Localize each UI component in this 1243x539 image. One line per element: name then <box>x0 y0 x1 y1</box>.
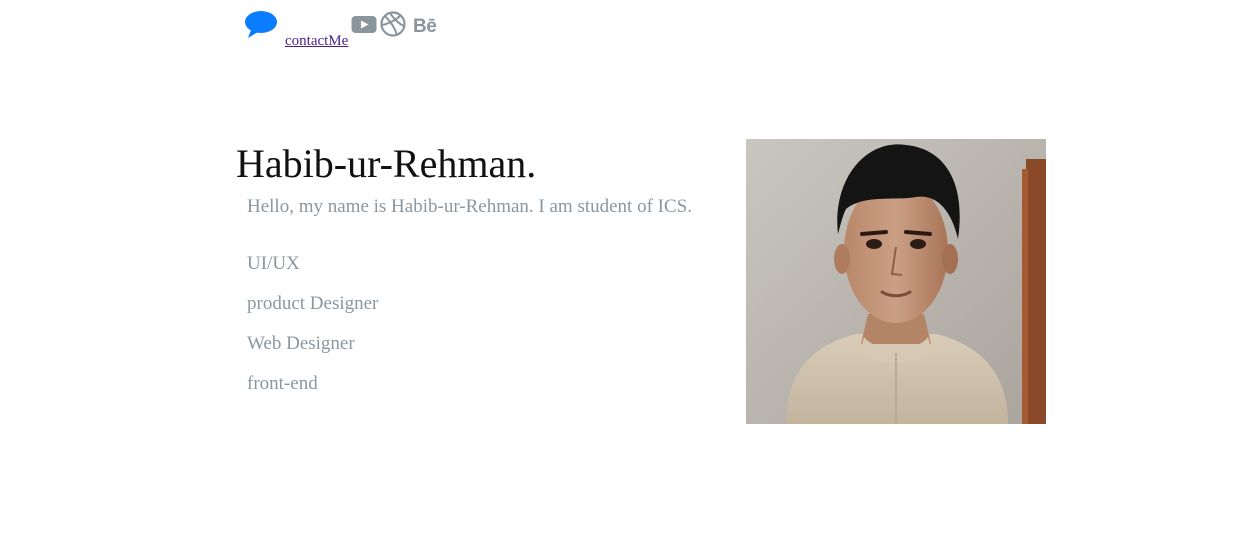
youtube-icon[interactable] <box>351 13 377 35</box>
roles-list: UI/UX product Designer Web Designer fron… <box>247 252 378 412</box>
social-icons: Bē <box>351 10 437 38</box>
page-title: Habib-ur-Rehman. <box>236 141 537 186</box>
role-item: front-end <box>247 373 318 394</box>
chat-bubble-icon[interactable] <box>244 10 278 38</box>
intro-text: Hello, my name is Habib-ur-Rehman. I am … <box>247 196 692 217</box>
role-item: UI/UX <box>247 253 300 274</box>
role-item: Web Designer <box>247 333 355 354</box>
dribbble-icon[interactable] <box>379 10 407 38</box>
role-item: product Designer <box>247 293 379 314</box>
behance-icon[interactable]: Bē <box>413 16 437 38</box>
contact-me-link[interactable]: contactMe <box>285 33 348 50</box>
profile-photo <box>746 139 1046 424</box>
